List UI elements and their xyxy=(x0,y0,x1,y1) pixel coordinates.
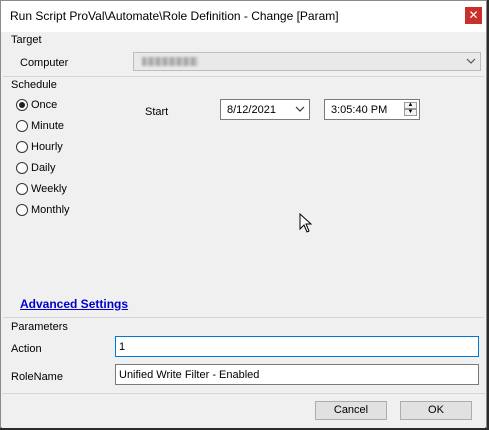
radio-once[interactable]: Once xyxy=(16,98,57,112)
radio-label: Daily xyxy=(31,162,56,174)
rolename-input[interactable]: Unified Write Filter - Enabled xyxy=(115,364,479,385)
radio-dot xyxy=(16,141,28,153)
chevron-down-icon[interactable] xyxy=(295,104,305,114)
computer-label: Computer xyxy=(20,57,69,69)
radio-weekly[interactable]: Weekly xyxy=(16,182,67,196)
spin-up-icon[interactable]: ▲ xyxy=(404,102,417,109)
radio-label: Monthly xyxy=(31,204,70,216)
rolename-value: Unified Write Filter - Enabled xyxy=(119,369,260,381)
radio-minute[interactable]: Minute xyxy=(16,119,64,133)
time-spinner[interactable]: ▲ ▼ xyxy=(404,102,417,117)
target-section-label: Target xyxy=(11,34,42,46)
radio-label: Minute xyxy=(31,120,65,132)
radio-daily[interactable]: Daily xyxy=(16,161,55,175)
cancel-button[interactable]: Cancel xyxy=(315,401,387,420)
radio-dot xyxy=(16,162,28,174)
start-label: Start xyxy=(145,106,169,118)
schedule-section-label: Schedule xyxy=(11,79,57,91)
start-date-picker[interactable]: 8/12/2021 xyxy=(220,99,310,120)
radio-dot xyxy=(16,183,28,195)
start-date-value: 8/12/2021 xyxy=(227,104,276,116)
close-icon[interactable]: ✕ xyxy=(465,7,482,24)
title-bar: Run Script ProVal\Automate\Role Definiti… xyxy=(1,1,486,32)
spin-down-icon[interactable]: ▼ xyxy=(404,109,417,116)
mouse-cursor-icon xyxy=(299,213,312,233)
action-label: Action xyxy=(11,343,42,355)
action-input[interactable]: 1 xyxy=(115,336,479,357)
window-title: Run Script ProVal\Automate\Role Definiti… xyxy=(10,9,339,23)
action-value: 1 xyxy=(119,341,126,353)
ok-button[interactable]: OK xyxy=(400,401,472,420)
divider xyxy=(3,317,484,318)
radio-label: Once xyxy=(31,99,58,111)
radio-dot xyxy=(16,204,28,216)
divider xyxy=(3,76,484,77)
computer-value-redacted xyxy=(142,57,198,66)
radio-monthly[interactable]: Monthly xyxy=(16,203,70,217)
advanced-settings-link[interactable]: Advanced Settings xyxy=(20,297,128,311)
parameters-section-label: Parameters xyxy=(11,321,68,333)
computer-dropdown[interactable] xyxy=(133,52,481,71)
radio-dot xyxy=(16,120,28,132)
radio-hourly[interactable]: Hourly xyxy=(16,140,63,154)
rolename-label: RoleName xyxy=(11,371,63,383)
start-time-value: 3:05:40 PM xyxy=(331,104,388,116)
run-script-dialog: Run Script ProVal\Automate\Role Definiti… xyxy=(0,0,487,428)
start-time-picker[interactable]: 3:05:40 PM ▲ ▼ xyxy=(324,99,420,120)
chevron-down-icon xyxy=(466,58,476,64)
radio-label: Weekly xyxy=(31,183,67,195)
radio-label: Hourly xyxy=(31,141,63,153)
radio-dot xyxy=(16,99,28,111)
